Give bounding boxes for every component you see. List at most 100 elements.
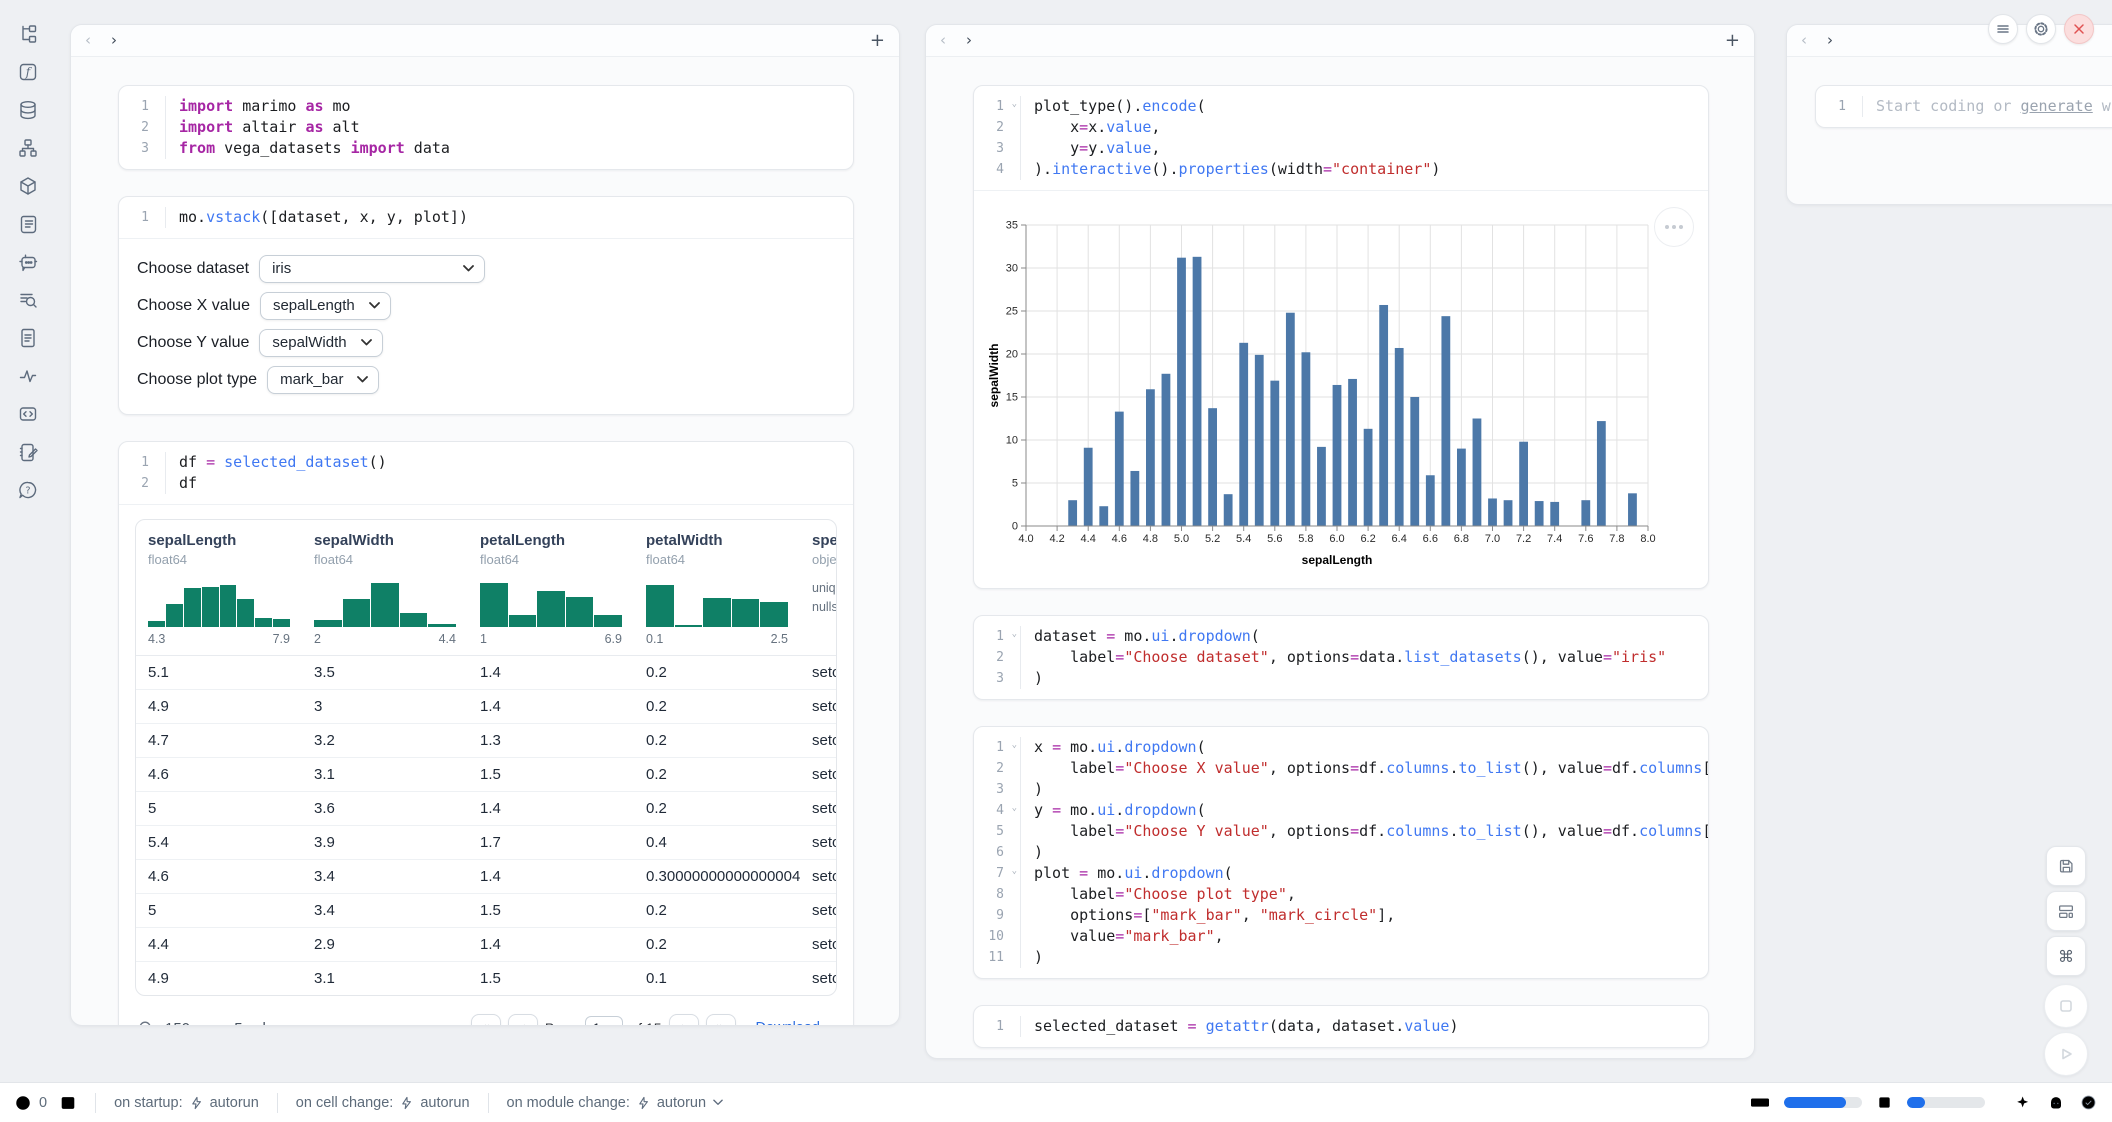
- code-line[interactable]: 1import marimo as mo: [119, 96, 853, 117]
- run-button[interactable]: [2044, 1032, 2088, 1076]
- column-expand-right-icon[interactable]: ›: [966, 33, 972, 48]
- sidebar-item-snippets[interactable]: [16, 402, 40, 426]
- on-cell-change-setting[interactable]: on cell change: autorun: [296, 1095, 470, 1111]
- cpu-usage-meter[interactable]: [1907, 1097, 1985, 1108]
- search-icon[interactable]: [137, 1019, 155, 1026]
- column-header-petalWidth[interactable]: petalWidth float64: [634, 520, 800, 627]
- code-line[interactable]: 1df = selected_dataset(): [119, 452, 853, 473]
- code-line[interactable]: 6): [974, 842, 1708, 863]
- column-header-species[interactable]: species object unique nulls:: [800, 520, 836, 627]
- table-row[interactable]: 4.42.91.40.2setosa: [136, 928, 836, 962]
- x-value-select[interactable]: sepalLength: [260, 292, 391, 320]
- dataset-select[interactable]: iris: [259, 255, 485, 283]
- code-line[interactable]: 3 y=y.value,: [974, 138, 1708, 159]
- sidebar-item-datasources[interactable]: [16, 98, 40, 122]
- table-row[interactable]: 4.73.21.30.2setosa: [136, 724, 836, 758]
- table-row[interactable]: 4.63.11.50.2setosa: [136, 758, 836, 792]
- table-row[interactable]: 5.43.91.70.4setosa: [136, 826, 836, 860]
- column-header-petalLength[interactable]: petalLength float64: [468, 520, 634, 627]
- column-header-sepalWidth[interactable]: sepalWidth float64: [302, 520, 468, 627]
- settings-button[interactable]: [2026, 14, 2056, 44]
- cell-plot[interactable]: 1⌄plot_type().encode(2 x=x.value,3 y=y.v…: [973, 85, 1709, 589]
- fold-chevron-icon[interactable]: ⌄: [1012, 798, 1017, 819]
- code-line[interactable]: 3): [974, 668, 1708, 689]
- cell-imports[interactable]: 1import marimo as mo2import altair as al…: [118, 85, 854, 170]
- chat-robot-icon[interactable]: [2046, 1093, 2066, 1113]
- cell-vstack[interactable]: 1mo.vstack([dataset, x, y, plot]) Choose…: [118, 196, 854, 415]
- cell-xy-plot-dropdowns[interactable]: 1⌄x = mo.ui.dropdown(2 label="Choose X v…: [973, 726, 1709, 979]
- sparkles-ai-icon[interactable]: [2014, 1093, 2033, 1112]
- table-row[interactable]: 4.63.41.40.30000000000000004setosa: [136, 860, 836, 894]
- code-line[interactable]: 2 x=x.value,: [974, 117, 1708, 138]
- table-row[interactable]: 4.931.40.2setosa: [136, 690, 836, 724]
- cell-dataframe[interactable]: 1df = selected_dataset()2df sepalLength …: [118, 441, 854, 1026]
- cell-empty[interactable]: 1 Start coding or generate with AI: [1815, 85, 2112, 128]
- table-row[interactable]: 5.13.51.40.2setosa: [136, 656, 836, 690]
- code-line[interactable]: 1selected_dataset = getattr(data, datase…: [974, 1016, 1708, 1037]
- ram-usage-meter[interactable]: [1784, 1097, 1862, 1108]
- sidebar-item-tracing[interactable]: [16, 364, 40, 388]
- code-line[interactable]: 1mo.vstack([dataset, x, y, plot]): [119, 207, 853, 228]
- shutdown-button[interactable]: [2064, 14, 2094, 44]
- code-line[interactable]: 2 label="Choose X value", options=df.col…: [974, 758, 1708, 779]
- sidebar-item-documentation[interactable]: [16, 326, 40, 350]
- chart-actions-button[interactable]: [1654, 207, 1694, 247]
- generate-with-ai-link[interactable]: generate: [2021, 97, 2093, 115]
- column-collapse-left-icon[interactable]: ‹: [85, 33, 91, 48]
- sidebar-item-help[interactable]: ?: [16, 478, 40, 502]
- column-collapse-left-icon[interactable]: ‹: [940, 33, 946, 48]
- keyboard-shortcuts-button[interactable]: ⌘: [2046, 936, 2086, 976]
- code-line[interactable]: 1⌄x = mo.ui.dropdown(: [974, 737, 1708, 758]
- add-column-icon[interactable]: +: [1725, 30, 1740, 51]
- on-module-change-setting[interactable]: on module change: autorun: [507, 1095, 724, 1111]
- sidebar-item-functions[interactable]: f: [16, 60, 40, 84]
- code-line[interactable]: 7⌄plot = mo.ui.dropdown(: [974, 863, 1708, 884]
- fold-chevron-icon[interactable]: ⌄: [1012, 94, 1017, 115]
- terminal-button[interactable]: [59, 1094, 77, 1112]
- sidebar-item-find[interactable]: [16, 288, 40, 312]
- connection-status-icon[interactable]: [2079, 1093, 2098, 1112]
- download-button[interactable]: Download: [756, 1020, 836, 1026]
- bar-chart[interactable]: 051015202530354.04.24.44.64.85.05.25.45.…: [986, 213, 1708, 574]
- code-line[interactable]: 1⌄plot_type().encode(: [974, 96, 1708, 117]
- menu-button[interactable]: [1988, 14, 2018, 44]
- column-expand-right-icon[interactable]: ›: [1827, 33, 1833, 48]
- sidebar-item-files[interactable]: [16, 22, 40, 46]
- code-line[interactable]: 2import altair as alt: [119, 117, 853, 138]
- code-line[interactable]: 5 label="Choose Y value", options=df.col…: [974, 821, 1708, 842]
- cell-selected-dataset[interactable]: 1selected_dataset = getattr(data, datase…: [973, 1005, 1709, 1048]
- sidebar-item-scratchpad[interactable]: [16, 440, 40, 464]
- page-select[interactable]: 1: [585, 1016, 624, 1026]
- code-line[interactable]: 4).interactive().properties(width="conta…: [974, 159, 1708, 180]
- table-row[interactable]: 53.41.50.2setosa: [136, 894, 836, 928]
- sidebar-item-packages[interactable]: [16, 174, 40, 198]
- fold-chevron-icon[interactable]: ⌄: [1012, 861, 1017, 882]
- cell-dataset-dropdown[interactable]: 1⌄dataset = mo.ui.dropdown(2 label="Choo…: [973, 615, 1709, 700]
- on-startup-setting[interactable]: on startup: autorun: [114, 1095, 259, 1111]
- fold-chevron-icon[interactable]: ⌄: [1012, 735, 1017, 756]
- code-line[interactable]: 2 label="Choose dataset", options=data.l…: [974, 647, 1708, 668]
- code-line[interactable]: 3from vega_datasets import data: [119, 138, 853, 159]
- table-row[interactable]: 53.61.40.2setosa: [136, 792, 836, 826]
- y-value-select[interactable]: sepalWidth: [259, 329, 382, 357]
- first-page-button[interactable]: «: [471, 1014, 501, 1026]
- stop-button[interactable]: [2044, 984, 2088, 1028]
- code-line[interactable]: 9 options=["mark_bar", "mark_circle"],: [974, 905, 1708, 926]
- column-expand-right-icon[interactable]: ›: [111, 33, 117, 48]
- column-collapse-left-icon[interactable]: ‹: [1801, 33, 1807, 48]
- sidebar-item-chat[interactable]: [16, 250, 40, 274]
- sidebar-item-logs[interactable]: [16, 212, 40, 236]
- plot-type-select[interactable]: mark_bar: [267, 366, 379, 394]
- save-button[interactable]: [2046, 846, 2086, 886]
- error-count-indicator[interactable]: 0: [14, 1094, 47, 1112]
- code-line[interactable]: 1⌄dataset = mo.ui.dropdown(: [974, 626, 1708, 647]
- code-line[interactable]: 3): [974, 779, 1708, 800]
- next-page-button[interactable]: ›: [669, 1014, 699, 1026]
- column-header-sepalLength[interactable]: sepalLength float64: [136, 520, 302, 627]
- table-row[interactable]: 4.93.11.50.1setosa: [136, 962, 836, 995]
- code-line[interactable]: 4⌄y = mo.ui.dropdown(: [974, 800, 1708, 821]
- code-line[interactable]: 10 value="mark_bar",: [974, 926, 1708, 947]
- code-editor-placeholder[interactable]: Start coding or generate with AI: [1862, 96, 2112, 117]
- code-line[interactable]: 11): [974, 947, 1708, 968]
- code-line[interactable]: 2df: [119, 473, 853, 494]
